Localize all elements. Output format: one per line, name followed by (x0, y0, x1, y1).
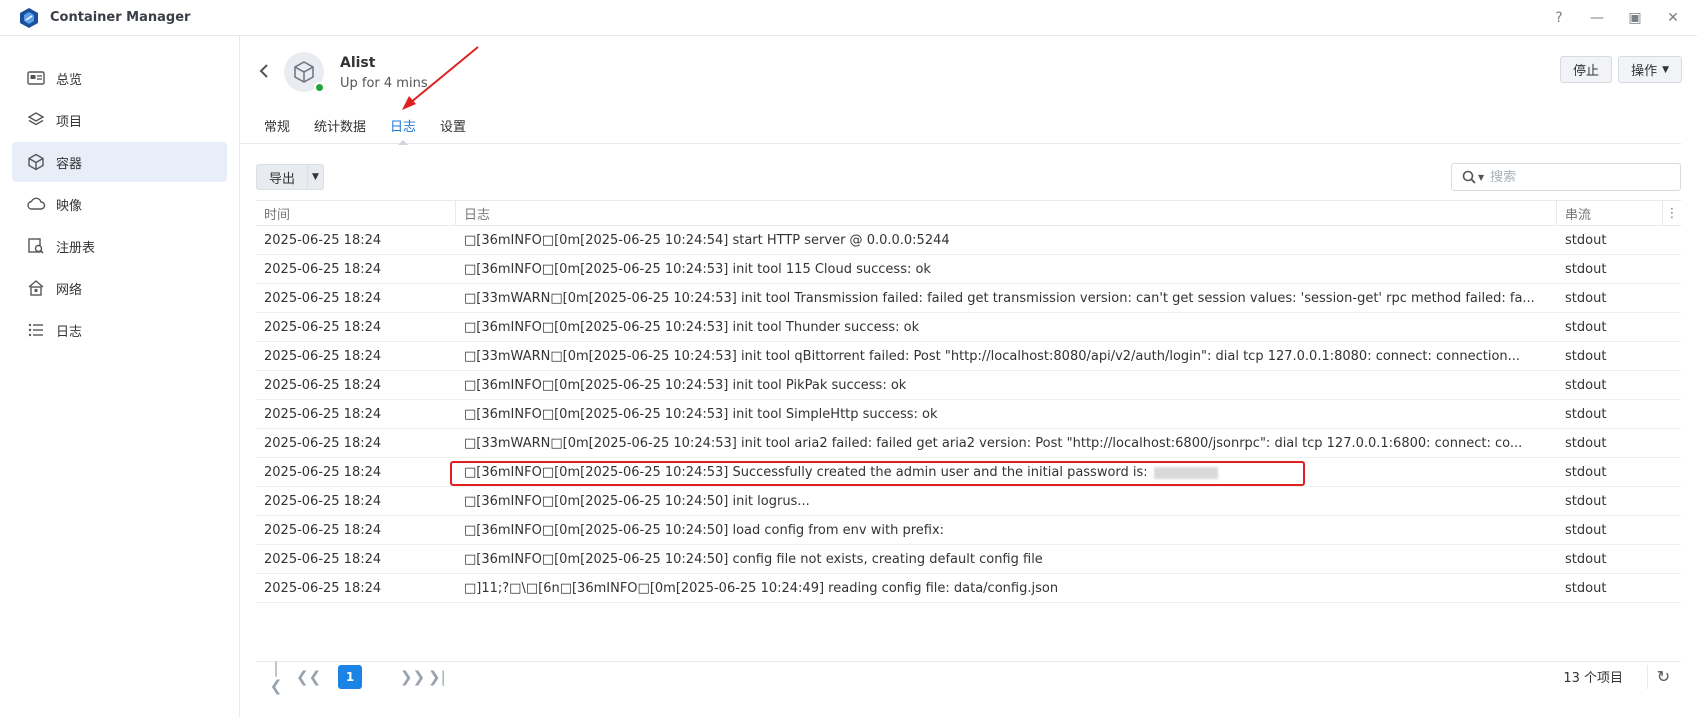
table-row[interactable]: 2025-06-25 18:24 □[36mINFO□[0m[2025-06-25… (256, 516, 1681, 545)
search-input[interactable] (1490, 169, 1661, 185)
tab-statistics[interactable]: 统计数据 (314, 116, 366, 144)
registry-icon (26, 236, 46, 256)
page-number-button[interactable]: 1 (338, 664, 362, 689)
sidebar-item-images[interactable]: 映像 (12, 184, 227, 224)
cloud-icon (26, 194, 46, 214)
sidebar-item-label: 总览 (56, 72, 83, 88)
tab-logs[interactable]: 日志 (390, 116, 416, 145)
network-icon (26, 278, 46, 298)
search-options-caret-icon[interactable]: ▼ (1478, 173, 1484, 182)
cube-icon (26, 152, 46, 172)
sidebar: 总览 项目 容器 映像 注册表 网络 日志 (0, 36, 240, 717)
container-status: Up for 4 mins (340, 76, 428, 91)
table-row[interactable]: 2025-06-25 18:24 □[33mWARN□[0m[2025-06-25… (256, 429, 1681, 458)
sidebar-item-label: 容器 (56, 156, 83, 172)
redacted-password (1153, 466, 1218, 479)
sidebar-item-label: 日志 (56, 324, 83, 340)
tab-settings[interactable]: 设置 (440, 116, 466, 144)
app-title: Container Manager (50, 10, 191, 25)
log-toolbar: 导出 ▼ ▼ (256, 163, 1681, 192)
container-header: Alist Up for 4 mins 停止 操作 ▼ (240, 36, 1697, 104)
container-manager-logo-icon (20, 7, 38, 28)
export-dropdown-icon[interactable]: ▼ (308, 164, 325, 190)
search-icon (1462, 170, 1476, 184)
sidebar-item-label: 映像 (56, 198, 83, 214)
first-page-icon[interactable]: |❮ (268, 659, 284, 695)
sidebar-item-containers[interactable]: 容器 (12, 142, 227, 182)
search-box[interactable]: ▼ (1451, 163, 1681, 191)
column-menu-icon[interactable]: ⋮ (1663, 201, 1681, 225)
refresh-icon[interactable]: ↻ (1647, 664, 1671, 689)
sidebar-item-label: 网络 (56, 282, 83, 298)
container-name: Alist (340, 55, 376, 71)
sidebar-item-network[interactable]: 网络 (12, 268, 227, 308)
tab-bar: 常规 统计数据 日志 设置 (240, 116, 1681, 145)
running-status-dot (314, 82, 325, 93)
sidebar-item-overview[interactable]: 总览 (12, 58, 227, 98)
sidebar-item-logs[interactable]: 日志 (12, 310, 227, 350)
table-row[interactable]: 2025-06-25 18:24 □[36mINFO□[0m[2025-06-25… (256, 487, 1681, 516)
help-icon[interactable]: ? (1549, 8, 1569, 28)
stop-button[interactable]: 停止 (1560, 56, 1613, 83)
minimize-icon[interactable]: — (1587, 8, 1607, 28)
log-message: □[36mINFO□[0m[2025-06-25 10:24:53] Succe… (464, 465, 1148, 480)
sidebar-item-label: 注册表 (56, 240, 96, 256)
next-page-icon[interactable]: ❯❯ (400, 668, 425, 686)
overview-icon (26, 68, 46, 88)
main-panel: Alist Up for 4 mins 停止 操作 ▼ 常规 统计数据 日志 设置… (240, 36, 1697, 717)
table-row[interactable]: 2025-06-25 18:24 □[36mINFO□[0m[2025-06-25… (256, 545, 1681, 574)
table-row[interactable]: 2025-06-25 18:24 □]11;?□\□[6n□[36mINFO□[0… (256, 574, 1681, 603)
table-row[interactable]: 2025-06-25 18:24 □[36mINFO□[0m[2025-06-25… (256, 255, 1681, 284)
list-icon (26, 320, 46, 340)
title-bar: Container Manager ? — ▣ ✕ (0, 0, 1697, 36)
table-body: 2025-06-25 18:24 □[36mINFO□[0m[2025-06-25… (256, 226, 1681, 603)
sidebar-item-projects[interactable]: 项目 (12, 100, 227, 140)
column-header-log[interactable]: 日志 (456, 201, 1557, 225)
maximize-icon[interactable]: ▣ (1625, 8, 1645, 28)
tab-general[interactable]: 常规 (264, 116, 290, 144)
sidebar-item-registry[interactable]: 注册表 (12, 226, 227, 266)
column-header-time[interactable]: 时间 (256, 201, 456, 225)
table-row[interactable]: 2025-06-25 18:24 □[36mINFO□[0m[2025-06-25… (256, 226, 1681, 255)
layers-icon (26, 110, 46, 130)
table-header: 时间 日志 串流 ⋮ (256, 200, 1681, 226)
table-row[interactable]: 2025-06-25 18:24 □[33mWARN□[0m[2025-06-25… (256, 342, 1681, 371)
sidebar-item-label: 项目 (56, 114, 83, 130)
pagination-bar: |❮ ❮❮ 1 ❯❯ ❯| 13 个项目 ↻ (256, 659, 1681, 695)
table-row[interactable]: 2025-06-25 18:24 □[36mINFO□[0m[2025-06-25… (256, 371, 1681, 400)
table-row[interactable]: 2025-06-25 18:24 □[36mINFO□[0m[2025-06-25… (256, 313, 1681, 342)
table-row[interactable]: 2025-06-25 18:24 □[36mINFO□[0m[2025-06-25… (256, 400, 1681, 429)
column-header-stream[interactable]: 串流 (1557, 201, 1663, 225)
actions-dropdown-button[interactable]: 操作 ▼ (1618, 56, 1682, 83)
log-table: 时间 日志 串流 ⋮ 2025-06-25 18:24 □[36mINFO□[0m… (256, 200, 1681, 603)
previous-page-icon[interactable]: ❮❮ (296, 668, 321, 686)
table-row[interactable]: 2025-06-25 18:24 □[33mWARN□[0m[2025-06-25… (256, 284, 1681, 313)
cube-icon (294, 61, 314, 83)
item-count: 13 个项目 (1563, 671, 1623, 686)
last-page-icon[interactable]: ❯| (428, 668, 446, 686)
caret-down-icon: ▼ (1662, 64, 1669, 75)
back-chevron-icon[interactable] (258, 62, 274, 82)
close-icon[interactable]: ✕ (1663, 8, 1683, 28)
table-row[interactable]: 2025-06-25 18:24 □[36mINFO□[0m[2025-06-25… (256, 458, 1681, 487)
export-button[interactable]: 导出 (256, 164, 309, 190)
